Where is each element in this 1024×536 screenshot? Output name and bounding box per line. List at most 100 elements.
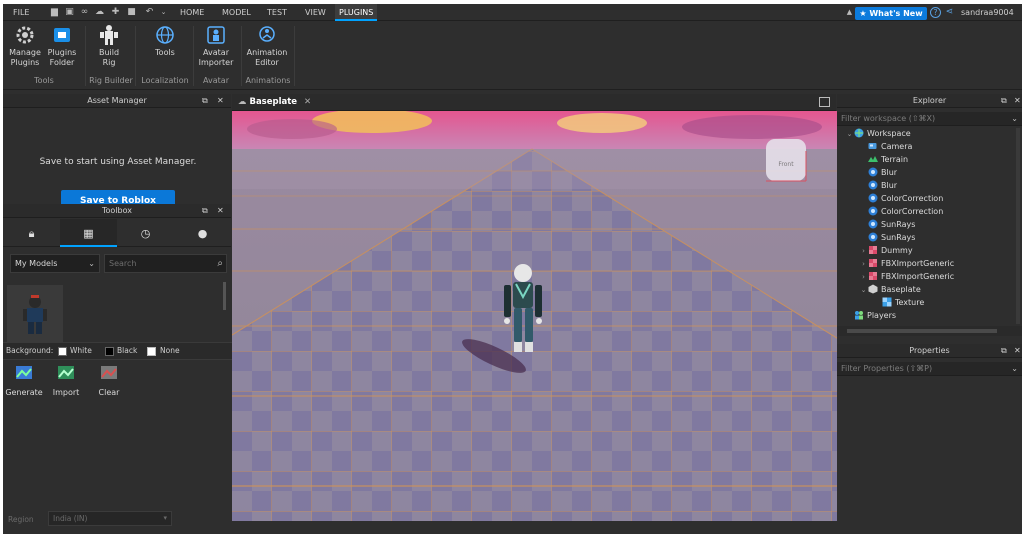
clear-label: Clear xyxy=(98,388,120,397)
generate-button[interactable]: Generate xyxy=(4,365,44,397)
none-option-label[interactable]: None xyxy=(160,346,180,356)
grid-icon: ▦ xyxy=(83,227,94,240)
animation-editor-icon xyxy=(259,26,275,42)
background-label: Background: xyxy=(6,346,54,355)
explorer-item[interactable]: ⌄ Workspace xyxy=(845,127,911,140)
binoculars-icon[interactable]: ∞ xyxy=(80,8,89,17)
explorer-item[interactable]: › FBXImportGeneric xyxy=(859,270,954,283)
explorer-item[interactable]: › FBXImportGeneric xyxy=(859,257,954,270)
collapse-ribbon-icon[interactable]: ▲ xyxy=(845,8,854,17)
tab-model[interactable]: MODEL xyxy=(218,4,255,21)
undock-icon[interactable]: ⧉ xyxy=(202,204,208,218)
view-cube: Front xyxy=(766,139,807,182)
model-thumbnail[interactable] xyxy=(7,285,63,343)
explorer-item-label: Workspace xyxy=(867,129,911,138)
close-icon[interactable]: ✕ xyxy=(217,204,224,218)
explorer-item[interactable]: Blur xyxy=(859,166,897,179)
toolbox-tab-inventory[interactable]: 🔒︎ xyxy=(3,219,60,247)
share-icon[interactable]: ⋖ xyxy=(945,8,954,17)
avatar-importer-button[interactable]: Avatar Importer xyxy=(197,24,235,72)
explorer-item[interactable]: Blur xyxy=(859,179,897,192)
explorer-item[interactable]: ColorCorrection xyxy=(859,205,943,218)
explorer-item[interactable]: SunRays xyxy=(859,231,915,244)
explorer-item[interactable]: › Dummy xyxy=(859,244,913,257)
region-value: India (IN) xyxy=(53,514,88,523)
undo-icon[interactable]: ↶ xyxy=(145,8,154,17)
stop-icon[interactable]: ■ xyxy=(127,8,136,17)
tab-view[interactable]: VIEW xyxy=(301,4,330,21)
manage-plugins-button[interactable]: Manage Plugins xyxy=(8,24,42,72)
chevron-down-icon[interactable]: ⌄ xyxy=(845,128,854,141)
cloud-icon: ☁ xyxy=(238,97,247,107)
search-icon[interactable]: ⌕ xyxy=(217,255,223,272)
build-rig-label-1: Build xyxy=(98,48,120,57)
toolbox-tab-models[interactable]: ▦ xyxy=(60,219,117,247)
character-thumbnail-image xyxy=(23,295,47,334)
tab-test[interactable]: TEST xyxy=(263,4,291,21)
explorer-item[interactable]: SunRays xyxy=(859,218,915,231)
undock-icon[interactable]: ⧉ xyxy=(1001,344,1007,358)
localization-tools-button[interactable]: Tools xyxy=(148,24,182,72)
explorer-item[interactable]: Players xyxy=(845,309,896,322)
close-icon[interactable]: ✕ xyxy=(1014,344,1021,358)
explorer-hscroll[interactable] xyxy=(837,326,1022,336)
black-option-label[interactable]: Black xyxy=(117,346,137,356)
close-tab-icon[interactable]: ✕ xyxy=(304,97,311,107)
asset-manager-message: Save to start using Asset Manager. xyxy=(39,157,197,167)
file-menu[interactable]: FILE xyxy=(9,4,33,21)
ribbon-divider xyxy=(135,26,136,86)
undock-icon[interactable]: ⧉ xyxy=(1001,94,1007,108)
explorer-filter-input[interactable]: Filter workspace (⇧⌘X) ⌄ xyxy=(837,112,1022,126)
undock-icon[interactable]: ⧉ xyxy=(202,94,208,108)
animation-editor-button[interactable]: Animation Editor xyxy=(245,24,289,72)
close-icon[interactable]: ✕ xyxy=(1014,94,1021,108)
build-rig-button[interactable]: Build Rig xyxy=(92,24,126,72)
chevron-down-icon[interactable]: ⌄ xyxy=(859,284,868,297)
toolbox-scrollbar[interactable] xyxy=(223,282,226,310)
whats-new-button[interactable]: ★ What's New xyxy=(855,7,927,20)
username[interactable]: sandraa9004 xyxy=(961,4,1014,21)
explorer-item[interactable]: Camera xyxy=(859,140,912,153)
close-icon[interactable]: ✕ xyxy=(217,94,224,108)
explorer-item[interactable]: Texture xyxy=(873,296,924,309)
chevron-down-icon[interactable]: ⌄ xyxy=(159,8,168,17)
model-icon xyxy=(868,272,881,281)
publish-icon[interactable]: ☁ xyxy=(95,8,104,17)
explorer-item-label: Terrain xyxy=(881,155,909,164)
region-dropdown[interactable]: India (IN) ▾ xyxy=(48,511,172,526)
explorer-item[interactable]: ColorCorrection xyxy=(859,192,943,205)
toolbox-tab-recent[interactable]: ◷ xyxy=(117,219,174,247)
explorer-item[interactable]: Terrain xyxy=(859,153,908,166)
viewport-layout-icon[interactable] xyxy=(819,97,830,107)
white-option-label[interactable]: White xyxy=(70,346,92,356)
tab-plugins[interactable]: PLUGINS xyxy=(335,4,378,21)
black-swatch[interactable] xyxy=(105,347,114,356)
category-dropdown[interactable]: My Models ⌄ xyxy=(10,254,100,273)
animation-editor-label-1: Animation xyxy=(246,48,288,57)
tab-baseplate[interactable]: ☁ Baseplate ✕ xyxy=(238,94,311,110)
plugins-folder-button[interactable]: Plugins Folder xyxy=(45,24,79,72)
properties-filter-input[interactable]: Filter Properties (⇧⌘P) ⌄ xyxy=(837,362,1022,376)
toolbox-tab-creations[interactable]: ● xyxy=(174,219,231,247)
chevron-down-icon[interactable]: ⌄ xyxy=(1011,112,1018,126)
import-button[interactable]: Import xyxy=(46,365,86,397)
none-swatch-selected[interactable] xyxy=(147,347,156,356)
plugin-icon[interactable]: ✚ xyxy=(111,8,120,17)
group-tools: Tools xyxy=(34,76,54,85)
new-file-icon[interactable]: ▆ xyxy=(50,8,59,17)
help-icon[interactable]: ? xyxy=(930,7,941,18)
clear-button[interactable]: Clear xyxy=(89,365,129,397)
explorer-scrollbar[interactable] xyxy=(1016,128,1020,324)
chevron-down-icon: ⌄ xyxy=(88,259,95,268)
white-swatch[interactable] xyxy=(58,347,67,356)
3d-viewport[interactable]: Front xyxy=(232,111,837,521)
explorer-item-label: FBXImportGeneric xyxy=(881,259,955,268)
save-icon[interactable]: ▣ xyxy=(65,8,74,17)
chevron-down-icon[interactable]: ⌄ xyxy=(1011,362,1018,376)
terrain-icon xyxy=(868,155,881,164)
explorer-item-label: Baseplate xyxy=(881,285,921,294)
explorer-item[interactable]: ⌄ Baseplate xyxy=(859,283,921,296)
import-icon xyxy=(58,366,74,379)
toolbox-search-input[interactable]: Search ⌕ xyxy=(104,254,227,273)
tab-home[interactable]: HOME xyxy=(176,4,208,21)
